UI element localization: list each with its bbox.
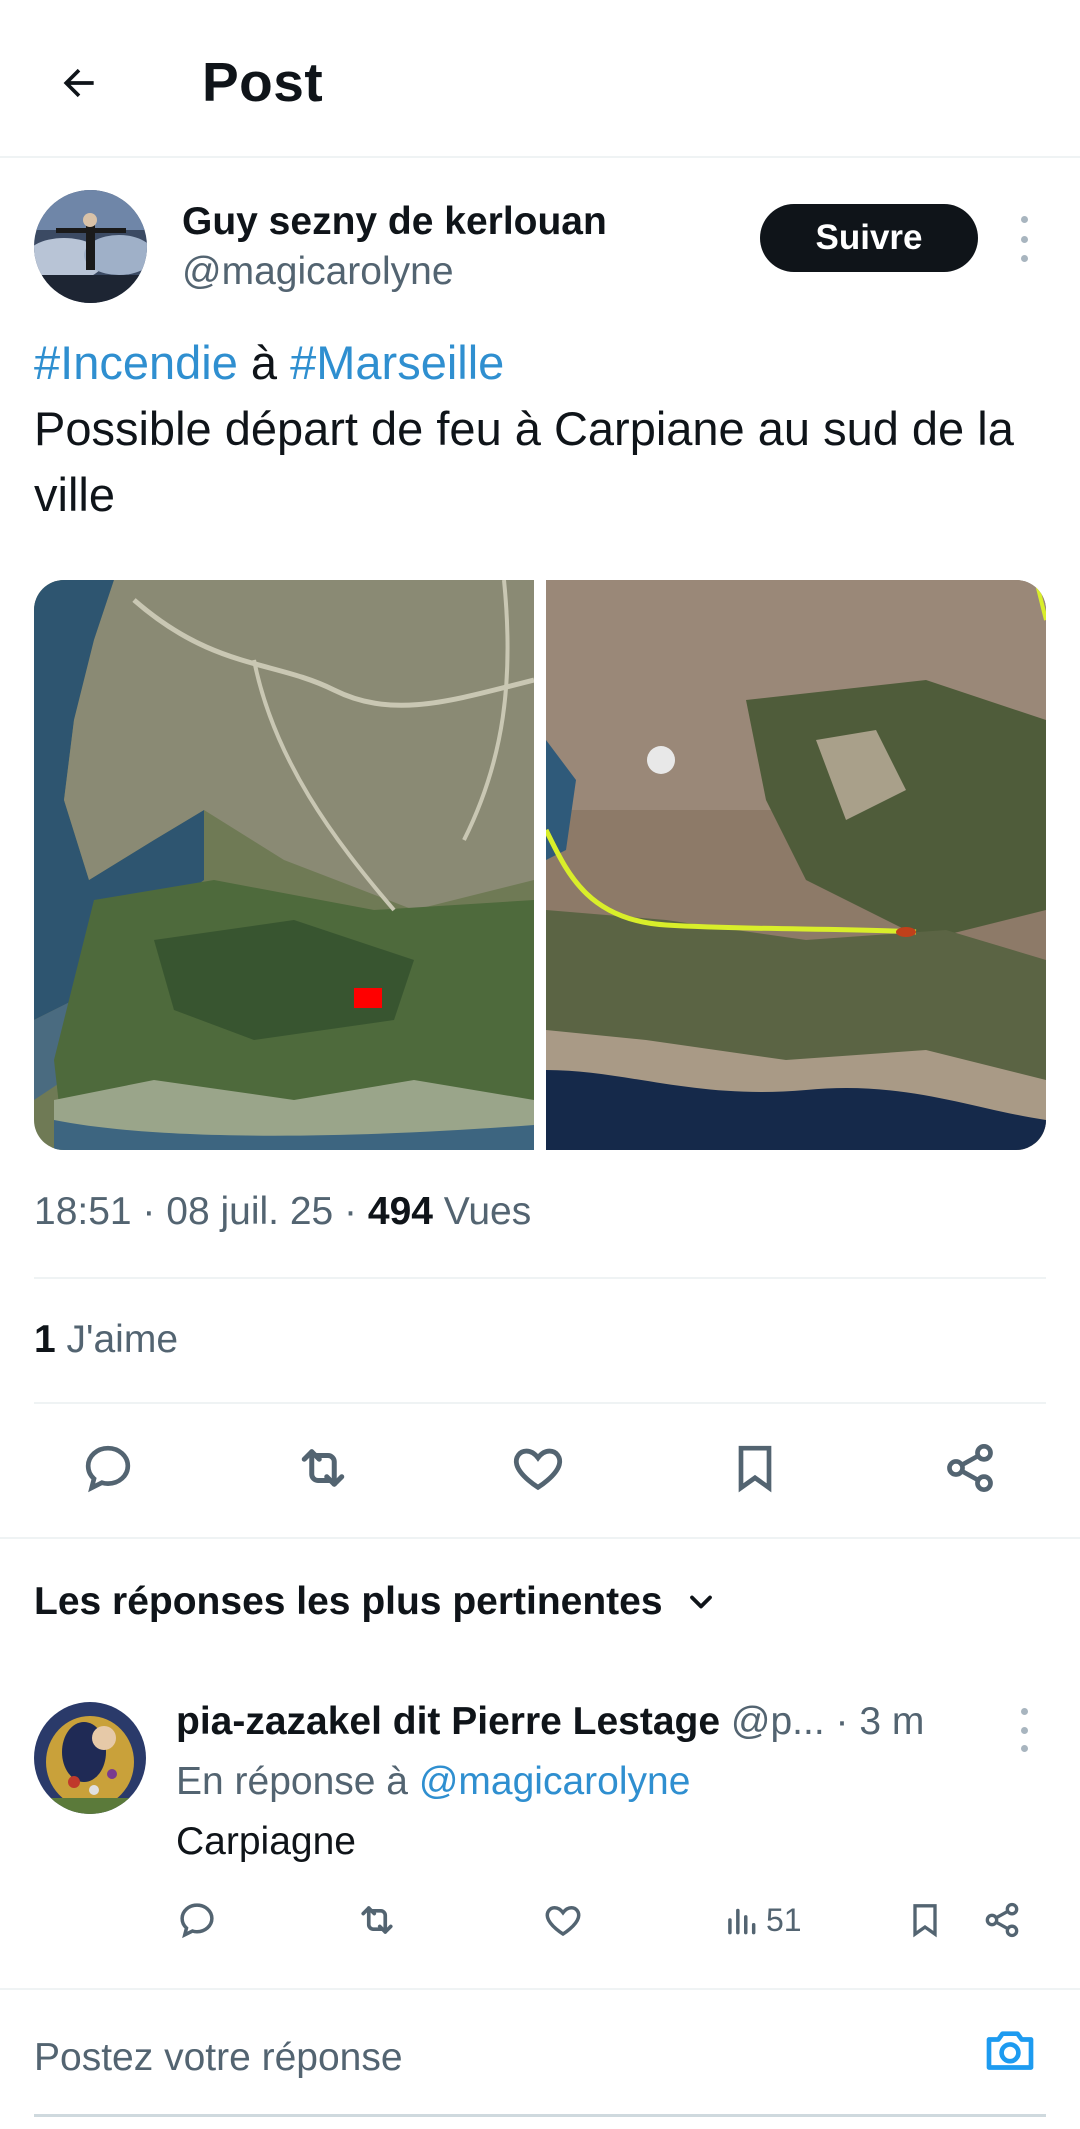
bookmark-icon [738, 1445, 772, 1493]
reply-item[interactable]: pia-zazakel dit Pierre Lestage @p... · 3… [0, 1690, 1080, 1960]
chevron-down-icon [689, 1595, 712, 1609]
reply-author-name[interactable]: pia-zazakel dit Pierre Lestage [176, 1700, 720, 1743]
reply-context-prefix: En réponse à [176, 1760, 419, 1803]
camera-icon [986, 2031, 1034, 2070]
section-divider [0, 1537, 1080, 1539]
top-bar: Post [0, 0, 1080, 158]
reply-time: · 3 m [824, 1700, 925, 1743]
likes-label: J'aime [55, 1318, 179, 1361]
reply-context-mention[interactable]: @magicarolyne [419, 1760, 691, 1803]
more-options-button[interactable] [1010, 216, 1038, 262]
reply-more-button[interactable] [1010, 1708, 1038, 1752]
more-vertical-icon [1020, 1708, 1028, 1715]
author-handle[interactable]: @magicarolyne [182, 250, 454, 294]
reply-views-button[interactable]: 51 [722, 1890, 802, 1950]
views-icon [728, 1908, 756, 1935]
arrow-left-icon [63, 68, 94, 98]
page-title: Post [202, 51, 324, 113]
replies-sort-dropdown[interactable]: Les réponses les plus pertinentes [34, 1580, 719, 1624]
post-media [34, 580, 1046, 1150]
input-underline [34, 2114, 1046, 2117]
share-icon [947, 1443, 993, 1493]
reply-context: En réponse à @magicarolyne [176, 1760, 690, 1804]
more-vertical-icon [1020, 216, 1028, 223]
heart-icon [545, 1905, 581, 1937]
author-avatar[interactable] [34, 190, 147, 303]
reply-retweet-button[interactable] [355, 1890, 399, 1950]
reply-input[interactable]: Postez votre réponse [34, 2036, 403, 2080]
reply-views-count: 51 [766, 1901, 802, 1938]
retweet-button[interactable] [285, 1430, 361, 1506]
bookmark-button[interactable] [717, 1430, 793, 1506]
reply-composer: Postez votre réponse [0, 1988, 1080, 2129]
reply-actions: 51 [0, 1890, 1080, 1950]
reply-bookmark-button[interactable] [905, 1890, 945, 1950]
retweet-icon [361, 1906, 393, 1934]
reply-avatar[interactable] [34, 1702, 146, 1814]
post-connector: à [237, 336, 291, 389]
post-body: Possible départ de feu à Carpiane au sud… [34, 402, 1014, 521]
share-icon [985, 1902, 1019, 1938]
reply-button[interactable] [70, 1430, 146, 1506]
author-name[interactable]: Guy sezny de kerlouan [182, 200, 607, 244]
bookmark-icon [913, 1904, 937, 1938]
divider [34, 1402, 1046, 1404]
replies-sort-label: Les réponses les plus pertinentes [34, 1580, 663, 1623]
reply-reply-button[interactable] [176, 1890, 218, 1950]
like-button[interactable] [500, 1430, 576, 1506]
reply-icon [180, 1903, 214, 1939]
post-author: Guy sezny de kerlouan @magicarolyne Suiv… [0, 190, 1080, 310]
hashtag-incendie[interactable]: #Incendie [34, 336, 238, 389]
reply-like-button[interactable] [542, 1890, 584, 1950]
divider [34, 1277, 1046, 1279]
reply-share-button[interactable] [982, 1890, 1022, 1950]
retweet-icon [301, 1449, 345, 1487]
post-actions [0, 1430, 1080, 1506]
likes-summary[interactable]: 1 J'aime [34, 1318, 178, 1362]
follow-button[interactable]: Suivre [760, 204, 978, 272]
post-text: #Incendie à #Marseille Possible départ d… [34, 330, 1044, 528]
heart-icon [513, 1448, 563, 1491]
reply-icon [85, 1445, 131, 1493]
post-timestamp: 18:51 · 08 juil. 25 · [34, 1190, 368, 1233]
camera-button[interactable] [980, 2020, 1040, 2080]
reply-text: Carpiagne [176, 1820, 356, 1863]
back-button[interactable] [44, 48, 114, 118]
reply-author-handle[interactable]: @p... [720, 1700, 825, 1743]
post-meta: 18:51 · 08 juil. 25 · 494 Vues [34, 1190, 531, 1234]
share-button[interactable] [932, 1430, 1008, 1506]
hashtag-marseille[interactable]: #Marseille [290, 336, 504, 389]
satellite-map-image-2[interactable] [546, 580, 1046, 1150]
views-count: 494 [367, 1190, 433, 1233]
likes-count: 1 [34, 1318, 56, 1361]
satellite-map-image-1[interactable] [34, 580, 534, 1150]
reply-header: pia-zazakel dit Pierre Lestage @p... · 3… [176, 1700, 996, 1744]
views-label: Vues [432, 1190, 532, 1233]
